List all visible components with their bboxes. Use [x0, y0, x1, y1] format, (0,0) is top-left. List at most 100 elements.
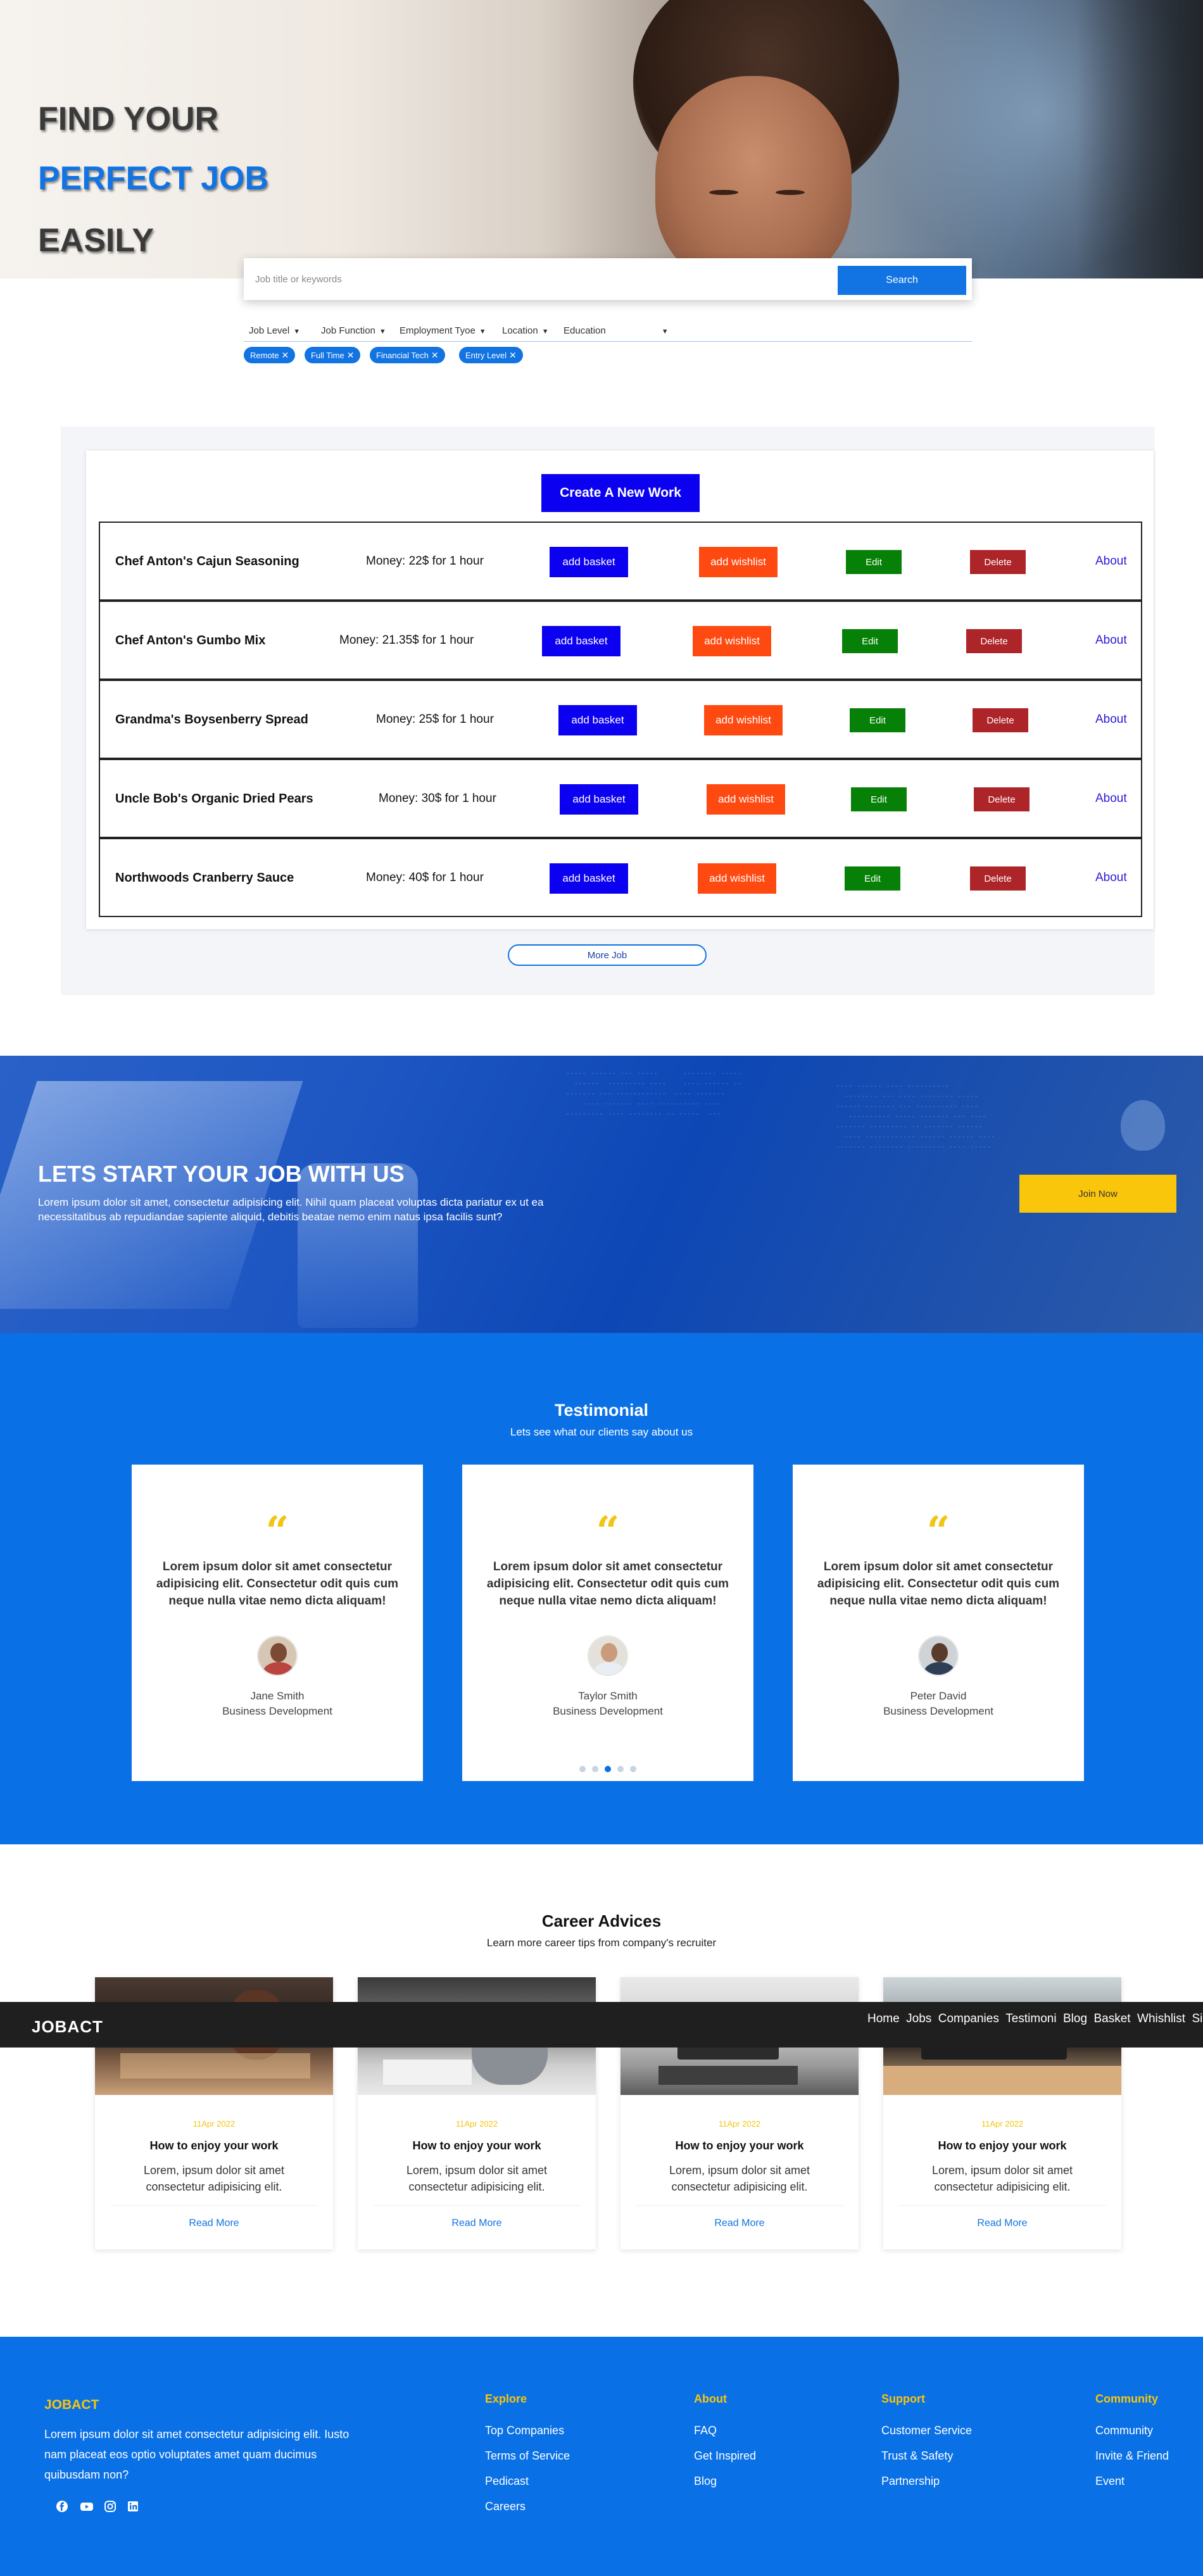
read-more-link[interactable]: Read More [358, 2218, 596, 2229]
join-now-button[interactable]: Join Now [1019, 1175, 1176, 1213]
delete-button[interactable]: Delete [970, 550, 1026, 574]
job-row: Uncle Bob's Organic Dried Pears Money: 3… [99, 759, 1142, 838]
quote-icon: “ [596, 1508, 620, 1555]
footer-link[interactable]: Community [1095, 2424, 1153, 2437]
footer-link[interactable]: Terms of Service [485, 2449, 570, 2463]
carousel-dot[interactable] [630, 1766, 636, 1772]
hero-title-line3: EASILY [38, 222, 154, 259]
hero-photo-eye [776, 190, 805, 195]
close-icon[interactable]: ✕ [509, 350, 517, 360]
footer-link[interactable]: Trust & Safety [881, 2449, 953, 2463]
add-basket-button[interactable]: add basket [550, 863, 628, 894]
divider [898, 2205, 1106, 2206]
carousel-dot[interactable] [579, 1766, 586, 1772]
search-input[interactable] [255, 266, 825, 292]
footer-link[interactable]: Careers [485, 2500, 526, 2513]
read-more-link[interactable]: Read More [95, 2218, 333, 2229]
filter-bar: Job Level ▼ Job Function ▼ Employment Tyoe… [244, 323, 972, 342]
banner-text: Lorem ipsum dolor sit amet, consectetur … [38, 1196, 544, 1223]
youtube-icon[interactable] [80, 2500, 93, 2513]
footer-link[interactable]: Top Companies [485, 2424, 564, 2437]
more-job-button[interactable]: More Job [508, 944, 707, 966]
about-link[interactable]: About [1095, 554, 1127, 568]
instagram-icon[interactable] [104, 2500, 117, 2513]
tag-entry-level[interactable]: Entry Level ✕ [459, 347, 523, 363]
carousel-dot-active[interactable] [605, 1766, 611, 1772]
about-link[interactable]: About [1095, 792, 1127, 806]
footer-link[interactable]: Partnership [881, 2475, 940, 2488]
tag-full-time[interactable]: Full Time ✕ [305, 347, 361, 363]
tag-remote[interactable]: Remote ✕ [244, 347, 296, 363]
about-link[interactable]: About [1095, 634, 1127, 647]
logo[interactable]: JOBACT [32, 2017, 103, 2037]
nav-item-basket[interactable]: Basket [1093, 2012, 1130, 2026]
footer-link[interactable]: Pedicast [485, 2475, 529, 2488]
delete-button[interactable]: Delete [966, 629, 1022, 653]
nav-item-companies[interactable]: Companies [938, 2012, 999, 2026]
about-link[interactable]: About [1095, 871, 1127, 885]
delete-button[interactable]: Delete [970, 866, 1026, 891]
banner-photo-apple-logo [1121, 1100, 1165, 1151]
career-subtitle: Learn more career tips from company's re… [486, 1937, 717, 1949]
edit-button[interactable]: Edit [845, 866, 900, 891]
add-wishlist-button[interactable]: add wishlist [699, 547, 778, 577]
close-icon[interactable]: ✕ [347, 350, 355, 360]
add-wishlist-button[interactable]: add wishlist [704, 705, 783, 735]
add-wishlist-button[interactable]: add wishlist [707, 784, 785, 815]
footer-link[interactable]: Get Inspired [694, 2449, 756, 2463]
chevron-down-icon: ▼ [541, 328, 549, 335]
add-basket-button[interactable]: add basket [550, 547, 628, 577]
nav-item-testimoni[interactable]: Testimoni [1005, 2012, 1056, 2026]
about-link[interactable]: About [1095, 713, 1127, 727]
read-more-link[interactable]: Read More [883, 2218, 1121, 2229]
footer-link[interactable]: Invite & Friend [1095, 2449, 1169, 2463]
create-work-button[interactable]: Create A New Work [541, 474, 700, 512]
edit-button[interactable]: Edit [850, 708, 905, 732]
filter-location[interactable]: Location ▼ [502, 325, 549, 336]
footer-link[interactable]: Customer Service [881, 2424, 972, 2437]
add-wishlist-button[interactable]: add wishlist [693, 626, 771, 656]
top-navbar: JOBACT Home Jobs Companies Testimoni Blo… [0, 2002, 1203, 2048]
job-name: Uncle Bob's Organic Dried Pears [115, 792, 313, 806]
close-icon[interactable]: ✕ [431, 350, 439, 360]
add-basket-button[interactable]: add basket [558, 705, 637, 735]
edit-button[interactable]: Edit [842, 629, 898, 653]
read-more-link[interactable]: Read More [620, 2218, 859, 2229]
nav-item-sign-in[interactable]: Sign In [1192, 2012, 1203, 2026]
footer-link[interactable]: FAQ [694, 2424, 717, 2437]
add-basket-button[interactable]: add basket [560, 784, 638, 815]
carousel-dot[interactable] [592, 1766, 598, 1772]
article-date: 11Apr 2022 [718, 2119, 761, 2129]
nav-item-home[interactable]: Home [867, 2012, 900, 2026]
footer-link[interactable]: Event [1095, 2475, 1124, 2488]
edit-button[interactable]: Edit [851, 787, 907, 811]
carousel-dot[interactable] [617, 1766, 624, 1772]
close-icon[interactable]: ✕ [282, 350, 289, 360]
delete-button[interactable]: Delete [973, 708, 1028, 732]
article-text: Lorem, ipsum dolor sit amet consectetur … [931, 2164, 1073, 2193]
filter-employment-type[interactable]: Employment Tyoe ▼ [400, 325, 486, 336]
article-title: How to enjoy your work [675, 2139, 804, 2152]
filter-education[interactable]: Education ▼ [564, 325, 669, 336]
job-name: Chef Anton's Cajun Seasoning [115, 554, 299, 568]
nav-item-whishlist[interactable]: Whishlist [1137, 2012, 1185, 2026]
job-row: Chef Anton's Cajun Seasoning Money: 22$ … [99, 522, 1142, 601]
testimonial-role: Business Development [883, 1705, 993, 1717]
edit-button[interactable]: Edit [846, 550, 902, 574]
article-title: How to enjoy your work [149, 2139, 279, 2152]
delete-button[interactable]: Delete [974, 787, 1030, 811]
testimonial-card: “ Lorem ipsum dolor sit amet consectetur… [132, 1465, 423, 1781]
filter-job-function[interactable]: Job Function ▼ [321, 325, 386, 336]
add-basket-button[interactable]: add basket [542, 626, 620, 656]
add-wishlist-button[interactable]: add wishlist [698, 863, 776, 894]
search-button[interactable]: Search [838, 266, 966, 295]
footer-link[interactable]: Blog [694, 2475, 717, 2488]
nav-item-jobs[interactable]: Jobs [906, 2012, 931, 2026]
filter-job-level[interactable]: Job Level ▼ [249, 325, 300, 336]
divider [373, 2205, 581, 2206]
tag-financial-tech[interactable]: Financial Tech ✕ [370, 347, 445, 363]
facebook-icon[interactable] [56, 2500, 68, 2513]
linkedin-icon[interactable] [127, 2500, 139, 2513]
article-text: Lorem, ipsum dolor sit amet consectetur … [406, 2164, 548, 2193]
nav-item-blog[interactable]: Blog [1063, 2012, 1087, 2026]
